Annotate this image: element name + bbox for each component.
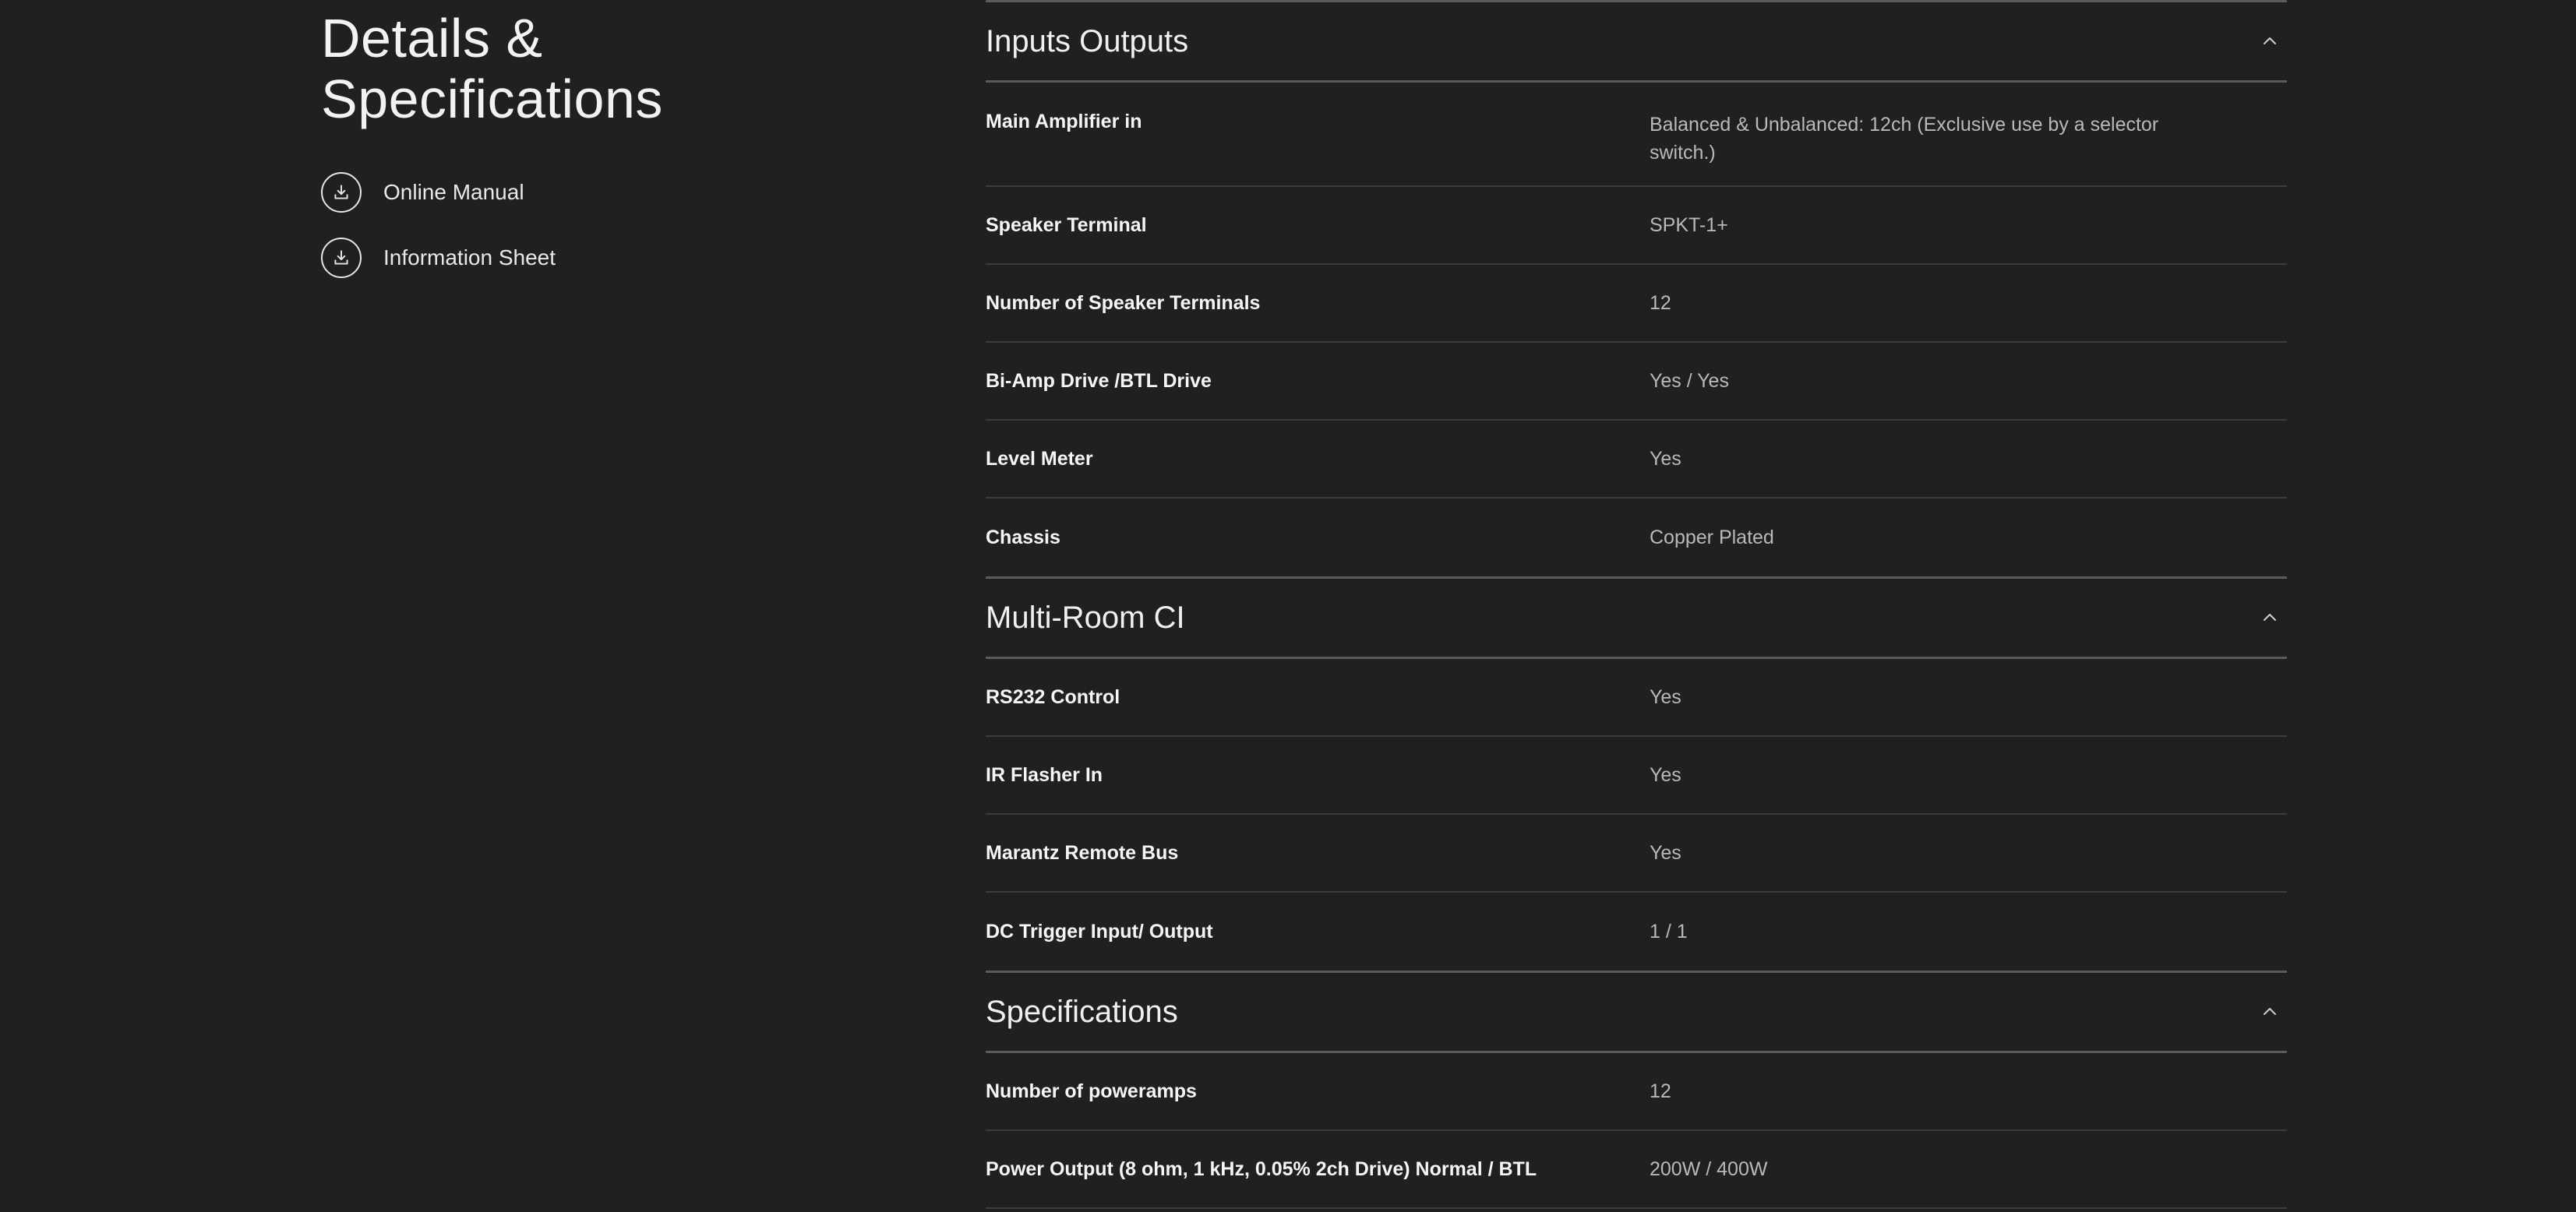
spec-value: Copper Plated bbox=[1650, 527, 1774, 548]
downloads-list: Online Manual Information Sheet bbox=[321, 172, 789, 278]
spec-label: Bi-Amp Drive /BTL Drive bbox=[986, 369, 1212, 392]
spec-row: Speaker Terminal SPKT-1+ bbox=[986, 187, 2287, 265]
spec-value: Yes / Yes bbox=[1650, 370, 1729, 392]
spec-label: Marantz Remote Bus bbox=[986, 841, 1179, 864]
left-column: Details & Specifications Online Manual I… bbox=[321, 8, 789, 303]
spec-row: RS232 Control Yes bbox=[986, 659, 2287, 737]
spec-value: Balanced & Unbalanced: 12ch (Exclusive u… bbox=[1650, 114, 2159, 164]
chevron-up-icon bbox=[2264, 1008, 2276, 1015]
spec-label: Main Amplifier in bbox=[986, 111, 1142, 132]
spec-label: IR Flasher In bbox=[986, 763, 1103, 786]
spec-value: Yes bbox=[1650, 448, 1681, 470]
spec-row: Number of Speaker Terminals 12 bbox=[986, 265, 2287, 343]
section-title: Inputs Outputs bbox=[986, 23, 1189, 58]
page-title-line-2: Specifications bbox=[321, 69, 663, 129]
spec-value: 12 bbox=[1650, 292, 1671, 314]
spec-label: DC Trigger Input/ Output bbox=[986, 920, 1213, 942]
spec-label: Number of poweramps bbox=[986, 1080, 1197, 1102]
section-header-multi-room-ci[interactable]: Multi-Room CI bbox=[986, 576, 2287, 659]
online-manual-label: Online Manual bbox=[383, 180, 524, 204]
spec-label: Speaker Terminal bbox=[986, 213, 1147, 236]
spec-value: Yes bbox=[1650, 764, 1681, 786]
chevron-up-icon bbox=[2264, 37, 2276, 44]
online-manual-link[interactable]: Online Manual bbox=[321, 172, 789, 213]
spec-label: Chassis bbox=[986, 526, 1060, 548]
spec-value: 1 / 1 bbox=[1650, 921, 1688, 942]
spec-row: Main Amplifier in Balanced & Unbalanced:… bbox=[986, 83, 2287, 187]
spec-label: Power Output (8 ohm, 1 kHz, 0.05% 2ch Dr… bbox=[986, 1157, 1537, 1180]
spec-value: Yes bbox=[1650, 686, 1681, 708]
spec-value: SPKT-1+ bbox=[1650, 214, 1728, 236]
spec-value: Yes bbox=[1650, 842, 1681, 864]
section-header-inputs-outputs[interactable]: Inputs Outputs bbox=[986, 0, 2287, 83]
spec-row: DC Trigger Input/ Output 1 / 1 bbox=[986, 893, 2287, 971]
download-icon bbox=[321, 238, 362, 278]
information-sheet-label: Information Sheet bbox=[383, 245, 556, 270]
spec-row: Number of poweramps 12 bbox=[986, 1053, 2287, 1131]
spec-row: IR Flasher In Yes bbox=[986, 737, 2287, 815]
spec-row: Marantz Remote Bus Yes bbox=[986, 815, 2287, 893]
page-title-line-1: Details & bbox=[321, 8, 543, 69]
section-title: Specifications bbox=[986, 994, 1178, 1029]
spec-value: 12 bbox=[1650, 1080, 1671, 1102]
download-icon bbox=[321, 172, 362, 213]
section-title: Multi-Room CI bbox=[986, 600, 1185, 635]
chevron-up-icon bbox=[2264, 614, 2276, 621]
page-title: Details & Specifications bbox=[321, 8, 789, 129]
spec-label: RS232 Control bbox=[986, 685, 1120, 708]
page: Details & Specifications Online Manual I… bbox=[0, 0, 2576, 1212]
spec-label: Level Meter bbox=[986, 447, 1093, 470]
section-header-specifications[interactable]: Specifications bbox=[986, 971, 2287, 1053]
spec-row: Bi-Amp Drive /BTL Drive Yes / Yes bbox=[986, 343, 2287, 421]
spec-row: Level Meter Yes bbox=[986, 421, 2287, 499]
spec-value: 200W / 400W bbox=[1650, 1158, 1768, 1180]
spec-label: Number of Speaker Terminals bbox=[986, 291, 1261, 314]
spec-row: Power Output (8 ohm, 1 kHz, 0.05% 2ch Dr… bbox=[986, 1131, 2287, 1209]
spec-row: Chassis Copper Plated bbox=[986, 499, 2287, 576]
information-sheet-link[interactable]: Information Sheet bbox=[321, 238, 789, 278]
specifications-column: Inputs Outputs Main Amplifier in Balance… bbox=[986, 0, 2287, 1209]
